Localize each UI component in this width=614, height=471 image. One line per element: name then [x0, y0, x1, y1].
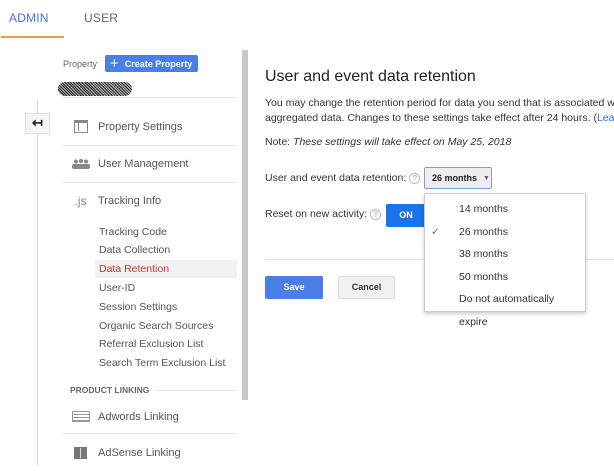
js-icon: .js — [74, 193, 87, 208]
description-line: You may change the retention period for … — [265, 97, 614, 109]
tab-admin[interactable]: ADMIN — [9, 11, 49, 25]
adsense-icon — [63, 446, 98, 459]
retention-label: User and event data retention: — [265, 172, 407, 184]
retention-dropdown[interactable]: 26 months ▼ — [424, 167, 492, 189]
sidebar-item-tracking-info[interactable]: .js Tracking Info — [63, 182, 237, 219]
learn-more-link[interactable]: Lear — [597, 112, 614, 124]
sidebar-item-property-settings[interactable]: Property Settings — [63, 108, 237, 145]
note-text: These settings will take effect on May 2… — [293, 136, 512, 148]
reset-toggle-on[interactable]: ON — [386, 204, 426, 227]
reset-label: Reset on new activity: — [265, 208, 368, 220]
caret-down-icon: ▼ — [483, 174, 490, 182]
option-label: 26 months — [459, 225, 509, 238]
help-icon[interactable]: ? — [409, 172, 421, 184]
cancel-button[interactable]: Cancel — [338, 276, 395, 299]
item-label: Adwords Linking — [98, 410, 179, 423]
create-property-label: Create Property — [124, 58, 193, 69]
subitem-tracking-code[interactable]: Tracking Code — [95, 223, 237, 241]
retention-value: 26 months — [432, 173, 478, 183]
property-label: Property — [63, 59, 98, 69]
subitem-data-retention[interactable]: Data Retention — [95, 260, 237, 278]
item-label: Property Settings — [98, 120, 183, 133]
retention-row: User and event data retention:? — [265, 172, 421, 184]
item-label: AdSense Linking — [98, 446, 181, 459]
column-line — [37, 100, 38, 465]
checkmark-icon: ✓ — [431, 225, 440, 238]
note: Note: These settings will take effect on… — [265, 136, 511, 148]
subitem-session-settings[interactable]: Session Settings — [95, 298, 237, 316]
subitem-organic-search-sources[interactable]: Organic Search Sources — [95, 317, 237, 335]
help-icon[interactable]: ? — [370, 208, 382, 220]
redacted-property-name — [58, 82, 132, 96]
option-do-not-expire[interactable]: Do not automatically expire — [425, 288, 585, 328]
plus-icon: + — [110, 55, 119, 72]
sidebar-item-adsense-linking[interactable]: AdSense Linking — [63, 434, 237, 471]
option-14-months[interactable]: 14 months — [425, 198, 585, 221]
page-title: User and event data retention — [265, 68, 476, 85]
people-icon — [63, 158, 98, 169]
active-tab-indicator — [1, 36, 64, 38]
heading-rule — [155, 390, 237, 391]
option-50-months[interactable]: 50 months — [425, 266, 585, 289]
description-line: aggregated data. Changes to these settin… — [265, 112, 597, 124]
note-label: Note: — [265, 136, 291, 148]
sidebar-item-user-management[interactable]: User Management — [63, 145, 237, 182]
subitem-search-term-exclusion-list[interactable]: Search Term Exclusion List — [95, 354, 237, 372]
sidebar-item-adwords-linking[interactable]: Adwords Linking — [63, 398, 237, 435]
create-property-button[interactable]: + Create Property — [105, 55, 198, 72]
subitem-referral-exclusion-list[interactable]: Referral Exclusion List — [95, 335, 237, 353]
layout-icon — [63, 120, 98, 133]
option-26-months[interactable]: ✓ 26 months — [425, 221, 585, 244]
item-label: Tracking Info — [98, 194, 162, 207]
description: You may change the retention period for … — [265, 96, 614, 126]
subitem-user-id[interactable]: User-ID — [95, 279, 237, 297]
sidebar-scrollbar[interactable] — [242, 50, 248, 400]
reset-row: Reset on new activity:? — [265, 208, 382, 220]
back-arrow-icon[interactable]: ↤ — [25, 113, 50, 134]
item-label: User Management — [98, 157, 189, 170]
subitem-data-collection[interactable]: Data Collection — [95, 241, 237, 259]
retention-options-menu: 14 months ✓ 26 months 38 months 50 months… — [424, 193, 586, 328]
tab-user[interactable]: USER — [84, 11, 118, 25]
product-linking-heading: PRODUCT LINKING — [70, 385, 150, 395]
adwords-icon — [63, 411, 98, 422]
save-button[interactable]: Save — [265, 276, 323, 299]
option-38-months[interactable]: 38 months — [425, 243, 585, 266]
